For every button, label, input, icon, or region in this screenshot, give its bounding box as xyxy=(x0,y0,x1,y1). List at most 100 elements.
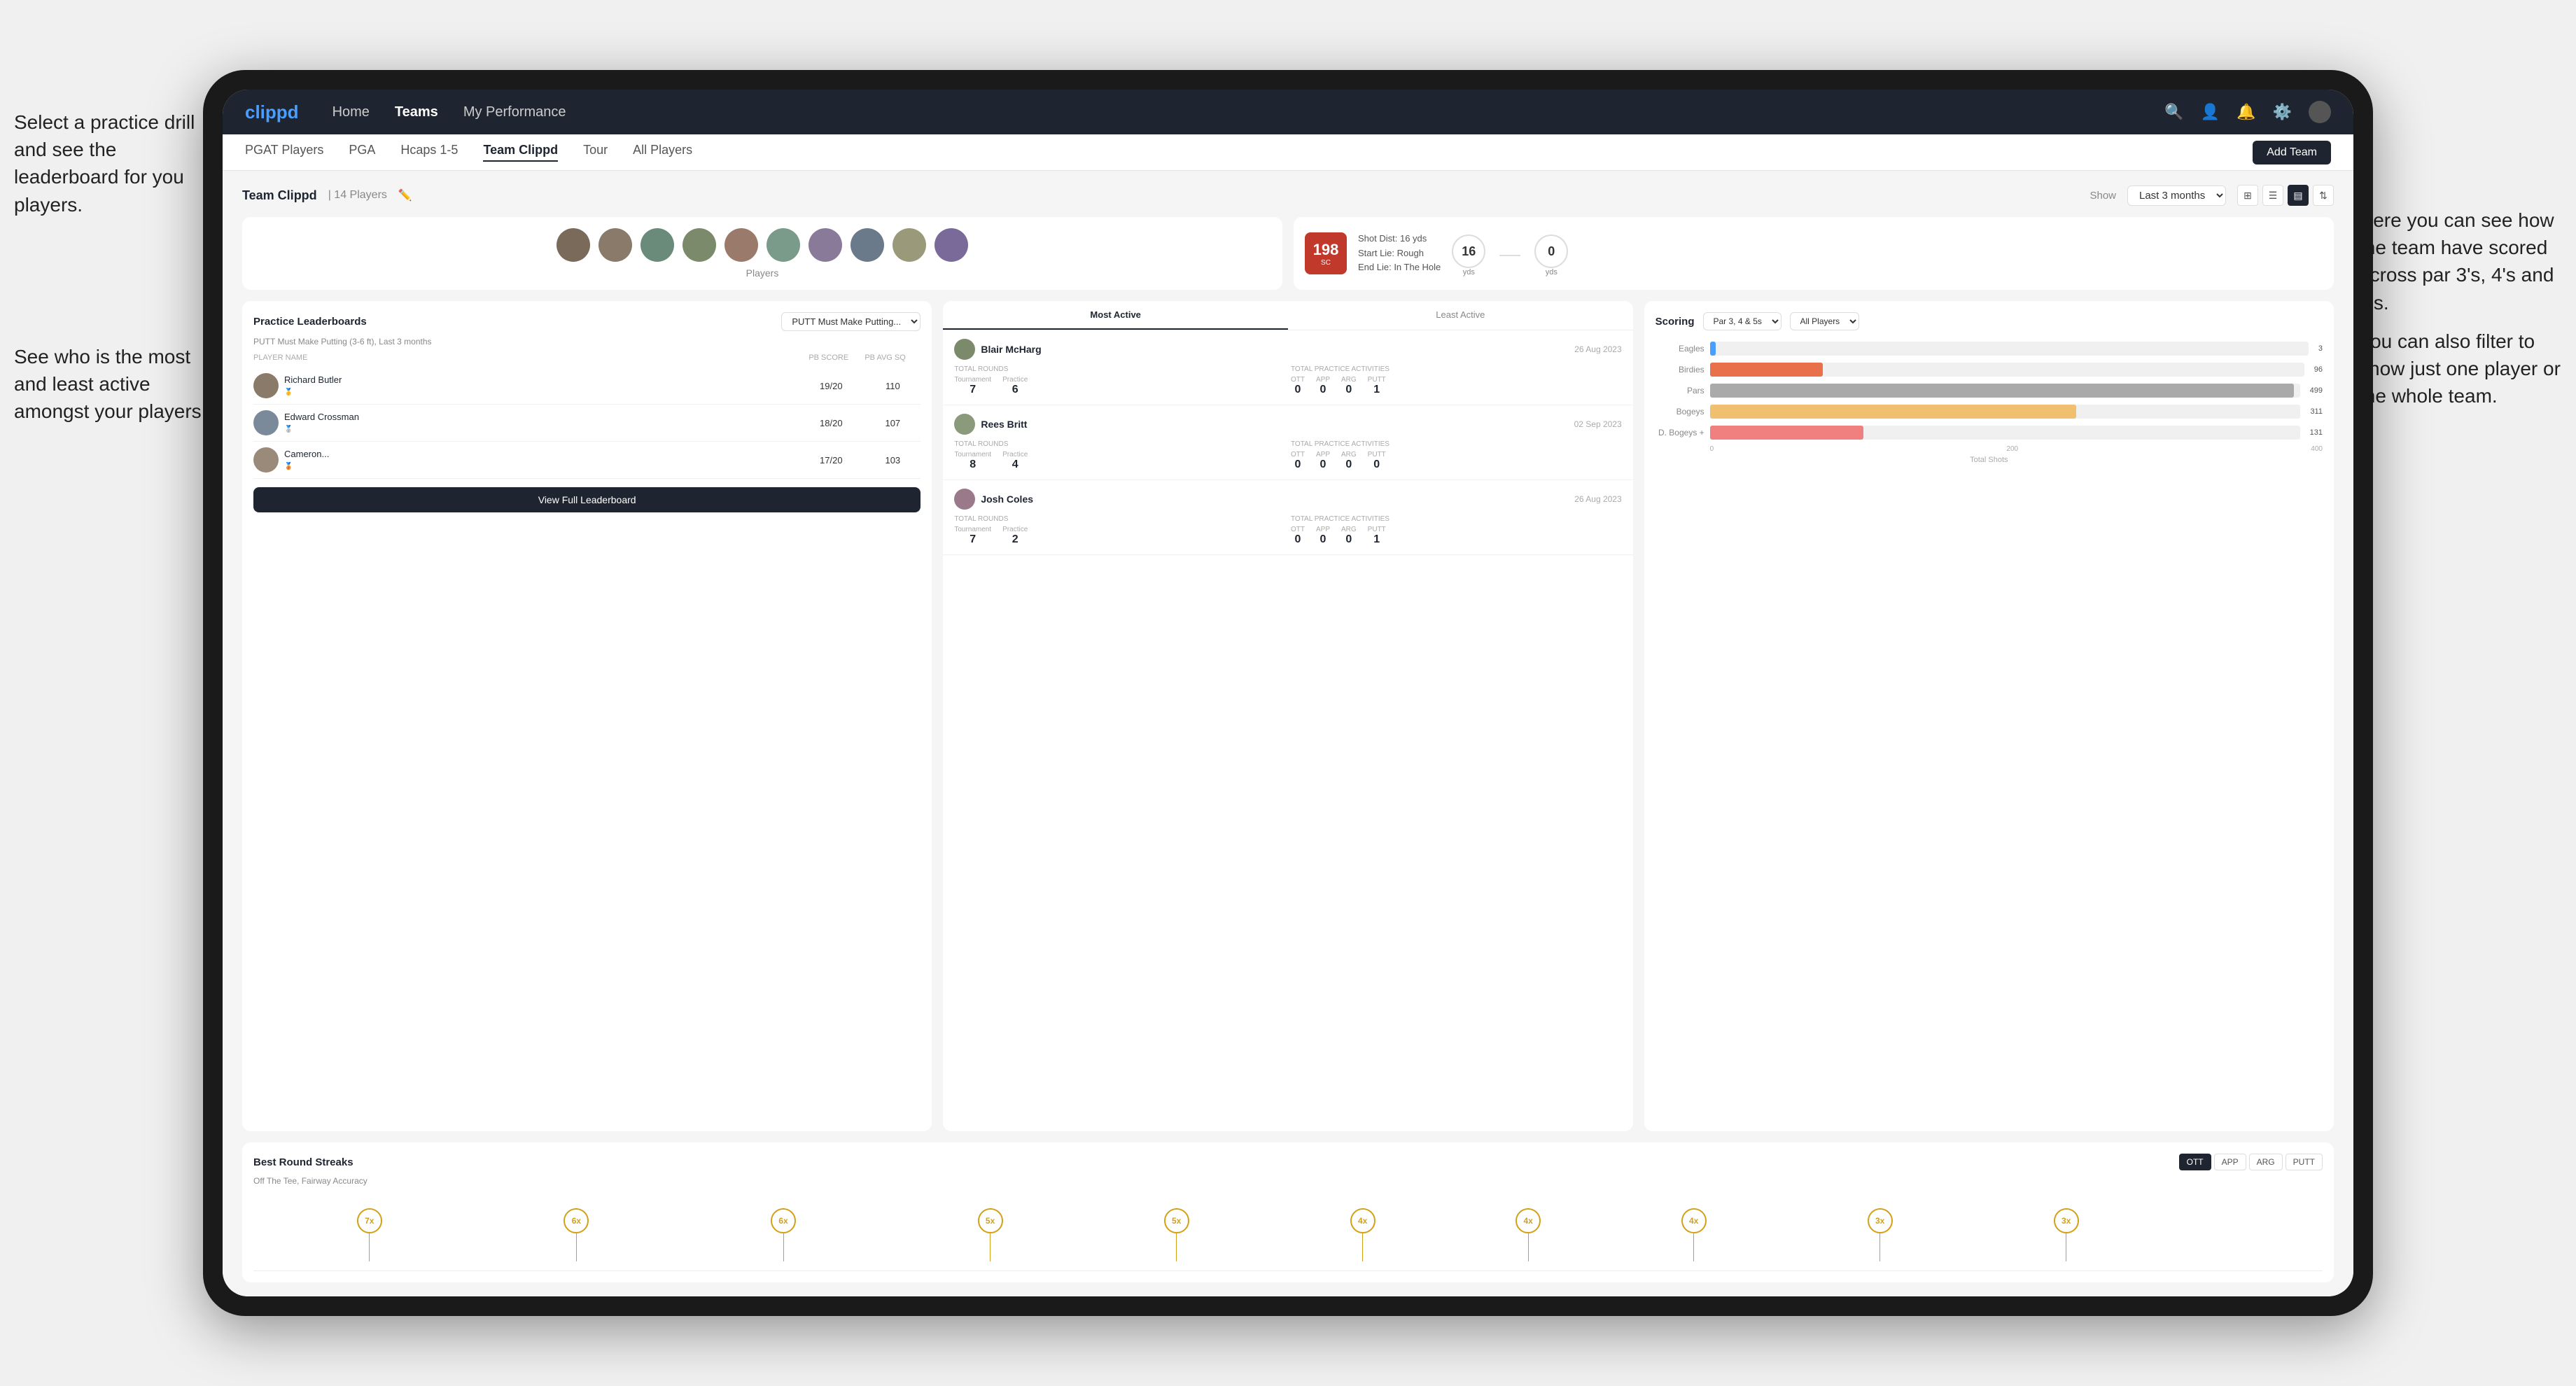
search-icon[interactable]: 🔍 xyxy=(2164,103,2183,121)
show-label: Show xyxy=(2090,190,2116,202)
team-header-left: Team Clippd | 14 Players ✏️ xyxy=(242,188,412,203)
arg-3: ARG 0 xyxy=(1341,526,1357,546)
lb-row-1: Richard Butler 🥇 19/20 110 xyxy=(253,368,920,405)
practice-rounds-3: Practice 2 xyxy=(1002,526,1028,546)
team-header-right: Show Last 3 months ⊞ ☰ ▤ ⇅ xyxy=(2090,185,2334,206)
app-3: APP 0 xyxy=(1316,526,1330,546)
view-full-leaderboard-button[interactable]: View Full Leaderboard xyxy=(253,487,920,512)
lb-name-1: Richard Butler xyxy=(284,374,342,385)
grid-view-btn[interactable]: ⊞ xyxy=(2237,185,2258,206)
bar-value-pars: 499 xyxy=(2310,386,2323,395)
activity-player-3: Josh Coles 26 Aug 2023 Total Rounds Tour xyxy=(943,480,1632,555)
players-label: Players xyxy=(746,267,779,279)
bar-label-birdies: Birdies xyxy=(1656,365,1704,374)
nav-performance[interactable]: My Performance xyxy=(463,104,566,120)
user-icon[interactable]: 👤 xyxy=(2201,103,2220,121)
bar-fill-eagles xyxy=(1710,342,1716,356)
practice-rounds-2: Practice 4 xyxy=(1002,451,1028,471)
bar-pars: Pars 499 xyxy=(1656,384,2323,398)
tab-most-active[interactable]: Most Active xyxy=(943,301,1288,330)
player-avatar-4[interactable] xyxy=(682,228,716,262)
shot-number: 198 xyxy=(1313,241,1339,259)
leaderboard-title: Practice Leaderboards xyxy=(253,316,367,328)
player-avatar-8[interactable] xyxy=(850,228,884,262)
player-avatar-3[interactable] xyxy=(640,228,674,262)
filter-btn[interactable]: ⇅ xyxy=(2313,185,2334,206)
streak-btn-ott[interactable]: OTT xyxy=(2179,1154,2211,1170)
subnav-all-players[interactable]: All Players xyxy=(633,143,692,162)
arg-1: ARG 0 xyxy=(1341,376,1357,396)
team-title: Team Clippd xyxy=(242,188,317,203)
bell-icon[interactable]: 🔔 xyxy=(2236,103,2255,121)
shot-unit: SC xyxy=(1321,259,1331,267)
lb-name-2: Edward Crossman xyxy=(284,412,359,422)
lb-avatar-1 xyxy=(253,373,279,398)
lb-avatar-3 xyxy=(253,447,279,472)
streak-btn-app[interactable]: APP xyxy=(2214,1154,2246,1170)
chart-axis: 0 200 400 xyxy=(1656,445,2323,453)
bar-value-bogeys: 311 xyxy=(2310,407,2323,416)
subnav-hcaps[interactable]: Hcaps 1-5 xyxy=(400,143,458,162)
player-avatar-6[interactable] xyxy=(766,228,800,262)
shot-thumbnail: 198 SC xyxy=(1305,232,1347,274)
player-avatar-2[interactable] xyxy=(598,228,632,262)
nav-teams[interactable]: Teams xyxy=(395,104,438,120)
streak-btn-arg[interactable]: ARG xyxy=(2249,1154,2283,1170)
card-view-btn[interactable]: ▤ xyxy=(2288,185,2309,206)
streak-btn-putt[interactable]: PUTT xyxy=(2286,1154,2323,1170)
streaks-title: Best Round Streaks xyxy=(253,1156,354,1168)
brand-logo: clippd xyxy=(245,102,299,123)
lb-avatar-2 xyxy=(253,410,279,435)
bar-fill-dbogeys xyxy=(1710,426,1863,440)
bar-track-pars xyxy=(1710,384,2300,398)
subnav-pga[interactable]: PGA xyxy=(349,143,375,162)
list-view-btn[interactable]: ☰ xyxy=(2262,185,2283,206)
settings-icon[interactable]: ⚙️ xyxy=(2273,103,2292,121)
lb-avg-2: 107 xyxy=(864,418,920,428)
drill-select[interactable]: PUTT Must Make Putting... xyxy=(781,312,920,331)
tab-least-active[interactable]: Least Active xyxy=(1288,301,1633,330)
leaderboard-card: Practice Leaderboards PUTT Must Make Put… xyxy=(242,301,932,1131)
subnav-pgat[interactable]: PGAT Players xyxy=(245,143,323,162)
activity-player-2: Rees Britt 02 Sep 2023 Total Rounds Tour xyxy=(943,405,1632,480)
streaks-card: Best Round Streaks OTT APP ARG PUTT Off … xyxy=(242,1142,2334,1282)
putt-1: PUTT 1 xyxy=(1368,376,1386,396)
ott-2: OTT 0 xyxy=(1291,451,1305,471)
par-filter[interactable]: Par 3, 4 & 5s xyxy=(1703,312,1782,330)
bar-bogeys: Bogeys 311 xyxy=(1656,405,2323,419)
bar-fill-pars xyxy=(1710,384,2295,398)
nav-home[interactable]: Home xyxy=(332,104,370,120)
subnav-team-clippd[interactable]: Team Clippd xyxy=(483,143,558,162)
tournament-rounds-1: Tournament 7 xyxy=(954,376,991,396)
player-avatar-1[interactable] xyxy=(556,228,590,262)
period-select[interactable]: Last 3 months xyxy=(2127,186,2226,206)
practice-values-2: OTT 0 APP 0 ARG xyxy=(1291,451,1622,471)
subnav-tour[interactable]: Tour xyxy=(583,143,608,162)
team-count: | 14 Players xyxy=(328,189,387,202)
app-2: APP 0 xyxy=(1316,451,1330,471)
activity-avatar-1 xyxy=(954,339,975,360)
ott-3: OTT 0 xyxy=(1291,526,1305,546)
player-avatar-7[interactable] xyxy=(808,228,842,262)
bar-track-birdies xyxy=(1710,363,2304,377)
player-avatar-10[interactable] xyxy=(934,228,968,262)
activity-stats-3: Total Rounds Tournament 7 Practice xyxy=(954,515,1621,546)
tournament-rounds-2: Tournament 8 xyxy=(954,451,991,471)
players-filter[interactable]: All Players xyxy=(1790,312,1859,330)
activity-date-3: 26 Aug 2023 xyxy=(1574,494,1621,504)
shot-card: 198 SC Shot Dist: 16 yds Start Lie: Roug… xyxy=(1294,217,2334,290)
avatar[interactable] xyxy=(2309,101,2331,123)
total-rounds-group-3: Total Rounds Tournament 7 Practice xyxy=(954,515,1285,546)
add-team-button[interactable]: Add Team xyxy=(2253,141,2331,164)
practice-activities-group-2: Total Practice Activities OTT 0 APP xyxy=(1291,440,1622,471)
player-avatar-5[interactable] xyxy=(724,228,758,262)
activity-player-3-header: Josh Coles 26 Aug 2023 xyxy=(954,489,1621,510)
lb-badge-2: 🥈 xyxy=(284,426,293,433)
activity-player-1-header: Blair McHarg 26 Aug 2023 xyxy=(954,339,1621,360)
putt-2: PUTT 0 xyxy=(1368,451,1386,471)
streak-dot-1: 7x xyxy=(357,1208,382,1261)
putt-3: PUTT 1 xyxy=(1368,526,1386,546)
bar-track-bogeys xyxy=(1710,405,2301,419)
player-avatar-9[interactable] xyxy=(892,228,926,262)
edit-icon[interactable]: ✏️ xyxy=(398,188,412,202)
